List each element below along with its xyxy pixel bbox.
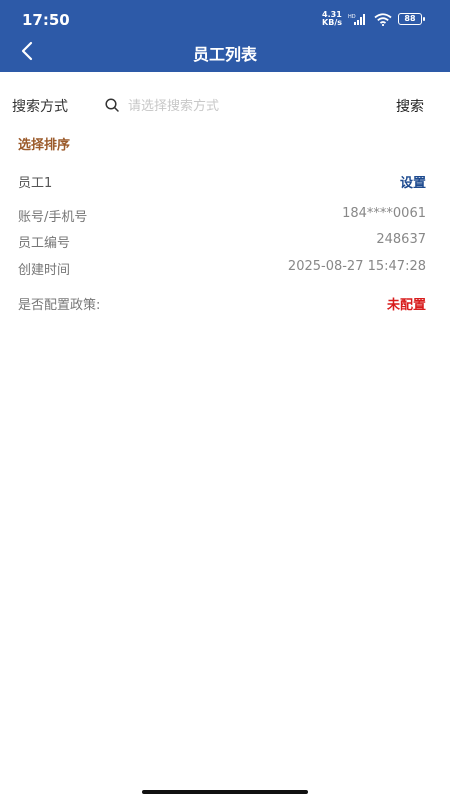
field-row-account: 账号/手机号 184****0061 [18,206,426,228]
sort-selector[interactable]: 选择排序 [18,134,70,153]
field-value: 2025-08-27 15:47:28 [287,259,426,274]
wifi-icon [374,12,392,26]
search-bar: 搜索方式 搜索 [0,88,450,122]
status-time: 17:50 [22,11,70,29]
field-row-created-time: 创建时间 2025-08-27 15:47:28 [18,259,426,281]
network-speed-unit: KB/s [322,18,342,27]
page-title: 员工列表 [192,45,257,64]
network-speed: 4.31 KB/s [322,11,342,27]
field-row-employee-id: 员工编号 248637 [18,232,426,254]
field-label: 员工编号 [18,236,71,251]
search-mode-label[interactable]: 搜索方式 [12,96,68,116]
settings-link[interactable]: 设置 [400,172,426,191]
policy-row: 是否配置政策: 未配置 [18,294,426,316]
search-input[interactable] [126,92,370,120]
field-label: 创建时间 [18,263,71,278]
svg-text:HD: HD [348,14,356,20]
home-indicator[interactable] [142,790,308,794]
employee-header-row: 员工1 设置 [18,172,426,194]
status-icons: 4.31 KB/s HD 88 [322,11,425,27]
search-button[interactable]: 搜索 [396,96,424,116]
field-value: 248637 [376,232,426,247]
battery-indicator: 88 [398,13,425,25]
search-icon [105,98,119,112]
field-value: 184****0061 [342,206,426,221]
policy-status[interactable]: 未配置 [387,294,426,313]
signal-icon: HD [348,14,365,25]
employee-name: 员工1 [18,176,53,191]
nav-bar: 员工列表 [0,32,450,72]
top-bar: 17:50 4.31 KB/s HD 88 员工列表 [0,0,450,72]
policy-label: 是否配置政策: [18,298,101,313]
field-label: 账号/手机号 [18,210,88,225]
